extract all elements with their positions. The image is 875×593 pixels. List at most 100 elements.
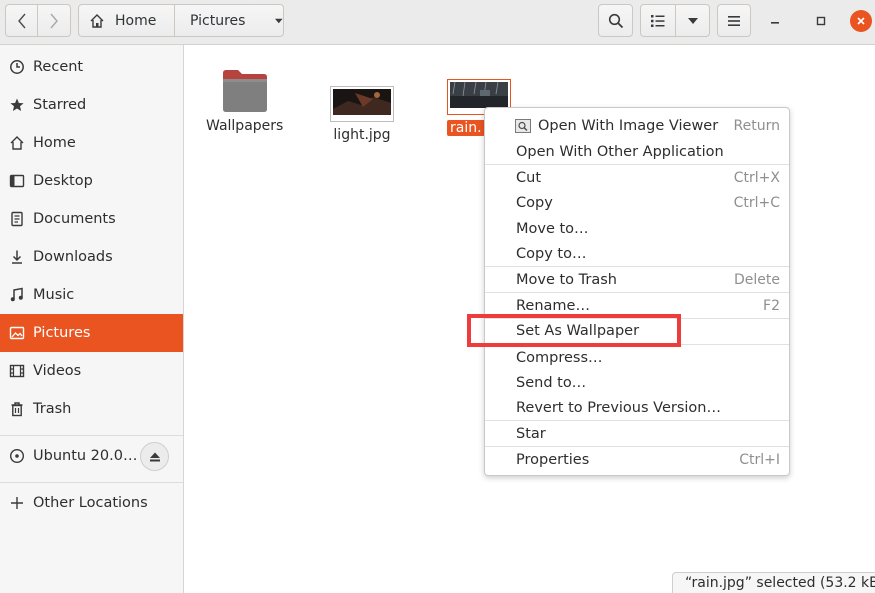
menu-item-open-with-image-viewer[interactable]: Open With Image Viewer Return	[485, 113, 789, 138]
star-icon	[9, 97, 25, 113]
menu-item-label: Star	[516, 425, 546, 442]
chevron-right-icon	[50, 13, 58, 28]
menu-item-label: Open With Other Application	[516, 143, 724, 160]
sidebar-item-home[interactable]: Home	[0, 124, 183, 162]
menu-item-open-with-other-application[interactable]: Open With Other Application	[485, 139, 789, 164]
menu-item-copy[interactable]: Copy Ctrl+C	[485, 190, 789, 215]
menu-item-revert-to-previous-version[interactable]: Revert to Previous Version…	[485, 395, 789, 420]
menu-item-copy-to[interactable]: Copy to…	[485, 241, 789, 266]
menu-item-accel: F2	[763, 297, 780, 314]
search-icon	[608, 13, 623, 28]
sidebar-item-recent[interactable]: Recent	[0, 48, 183, 86]
menu-item-label: Properties	[516, 451, 590, 468]
sidebar-item-other-locations[interactable]: Other Locations	[0, 484, 183, 522]
sidebar-item-label: Recent	[33, 59, 84, 75]
header-bar: Home Pictures	[0, 0, 875, 45]
menu-item-label: Copy to…	[516, 245, 587, 262]
file-name: rain.	[447, 120, 485, 136]
sidebar-item-label: Trash	[33, 401, 72, 417]
download-icon	[9, 249, 25, 265]
file-item-light-jpg[interactable]: light.jpg	[330, 86, 394, 143]
hamburger-icon	[728, 15, 740, 26]
plus-icon	[9, 495, 25, 511]
picture-icon	[9, 325, 25, 341]
minimize-button[interactable]	[763, 9, 787, 33]
context-menu: Open With Image Viewer Return Open With …	[484, 107, 790, 476]
search-button[interactable]	[598, 4, 633, 37]
sidebar-item-music[interactable]: Music	[0, 276, 183, 314]
sidebar-item-desktop[interactable]: Desktop	[0, 162, 183, 200]
menu-button[interactable]	[717, 4, 751, 37]
sidebar-item-label: Documents	[33, 211, 116, 227]
path-home-button[interactable]: Home	[78, 4, 175, 37]
sidebar-item-label: Pictures	[33, 325, 91, 341]
menu-item-label: Copy	[516, 194, 553, 211]
menu-item-label: Move to Trash	[516, 271, 617, 288]
path-home-label: Home	[115, 12, 157, 29]
sidebar: Recent Starred Home Desktop Documents Do…	[0, 45, 184, 593]
selection-status: “rain.jpg” selected (53.2 kB)	[672, 572, 875, 593]
sidebar-item-starred[interactable]: Starred	[0, 86, 183, 124]
menu-item-label: Move to…	[516, 220, 589, 237]
close-icon	[857, 17, 865, 25]
image-thumbnail	[330, 86, 394, 122]
image-thumbnail-art	[450, 81, 508, 108]
sidebar-item-pictures[interactable]: Pictures	[0, 314, 183, 352]
menu-item-send-to[interactable]: Send to…	[485, 370, 789, 395]
menu-item-accel: Ctrl+C	[733, 194, 780, 211]
dropdown-arrow-icon	[275, 18, 283, 23]
image-viewer-icon	[515, 118, 531, 133]
menu-item-move-to-trash[interactable]: Move to Trash Delete	[485, 267, 789, 292]
home-icon	[90, 13, 104, 28]
sidebar-item-documents[interactable]: Documents	[0, 200, 183, 238]
close-button[interactable]	[850, 10, 872, 32]
document-icon	[9, 211, 25, 227]
list-view-icon	[651, 14, 665, 27]
menu-item-label: Open With Image Viewer	[538, 117, 719, 134]
chevron-left-icon	[17, 13, 26, 28]
view-options-button[interactable]	[675, 4, 710, 37]
path-pictures-label: Pictures	[190, 12, 246, 29]
disk-icon	[9, 448, 25, 464]
menu-item-accel: Ctrl+X	[733, 169, 780, 186]
sidebar-item-label: Starred	[33, 97, 87, 113]
sidebar-item-label: Home	[33, 135, 76, 151]
list-view-button[interactable]	[640, 4, 676, 37]
menu-item-label: Cut	[516, 169, 541, 186]
back-button[interactable]	[5, 4, 38, 37]
menu-item-properties[interactable]: Properties Ctrl+I	[485, 447, 789, 472]
eject-icon	[149, 452, 160, 461]
menu-item-accel: Ctrl+I	[739, 451, 780, 468]
file-name: Wallpapers	[206, 118, 284, 134]
minimize-icon	[771, 22, 779, 24]
menu-item-move-to[interactable]: Move to…	[485, 216, 789, 241]
home-icon	[9, 135, 25, 151]
file-name: light.jpg	[333, 127, 391, 143]
maximize-button[interactable]	[809, 9, 833, 33]
music-icon	[9, 287, 25, 303]
path-pictures-button[interactable]: Pictures	[174, 4, 284, 37]
menu-item-cut[interactable]: Cut Ctrl+X	[485, 165, 789, 190]
sidebar-separator	[0, 435, 183, 436]
menu-item-label: Rename…	[516, 297, 590, 314]
sidebar-item-label: Other Locations	[33, 495, 148, 511]
menu-item-compress[interactable]: Compress…	[485, 345, 789, 370]
sidebar-item-trash[interactable]: Trash	[0, 390, 183, 428]
video-icon	[9, 363, 25, 379]
forward-button[interactable]	[37, 4, 71, 37]
sidebar-separator	[0, 482, 183, 483]
menu-item-label: Revert to Previous Version…	[516, 399, 721, 416]
file-item-wallpapers[interactable]: Wallpapers	[206, 69, 283, 134]
sidebar-item-videos[interactable]: Videos	[0, 352, 183, 390]
image-thumbnail-art	[333, 89, 391, 115]
dropdown-arrow-icon	[687, 17, 698, 24]
sidebar-item-downloads[interactable]: Downloads	[0, 238, 183, 276]
sidebar-item-label: Ubuntu 20.0…	[33, 448, 138, 464]
maximize-icon	[816, 16, 826, 26]
highlight-box	[467, 314, 681, 347]
eject-button[interactable]	[140, 442, 169, 471]
clock-icon	[9, 59, 25, 75]
menu-item-accel: Delete	[734, 271, 780, 288]
menu-item-star[interactable]: Star	[485, 421, 789, 446]
sidebar-item-label: Videos	[33, 363, 82, 379]
